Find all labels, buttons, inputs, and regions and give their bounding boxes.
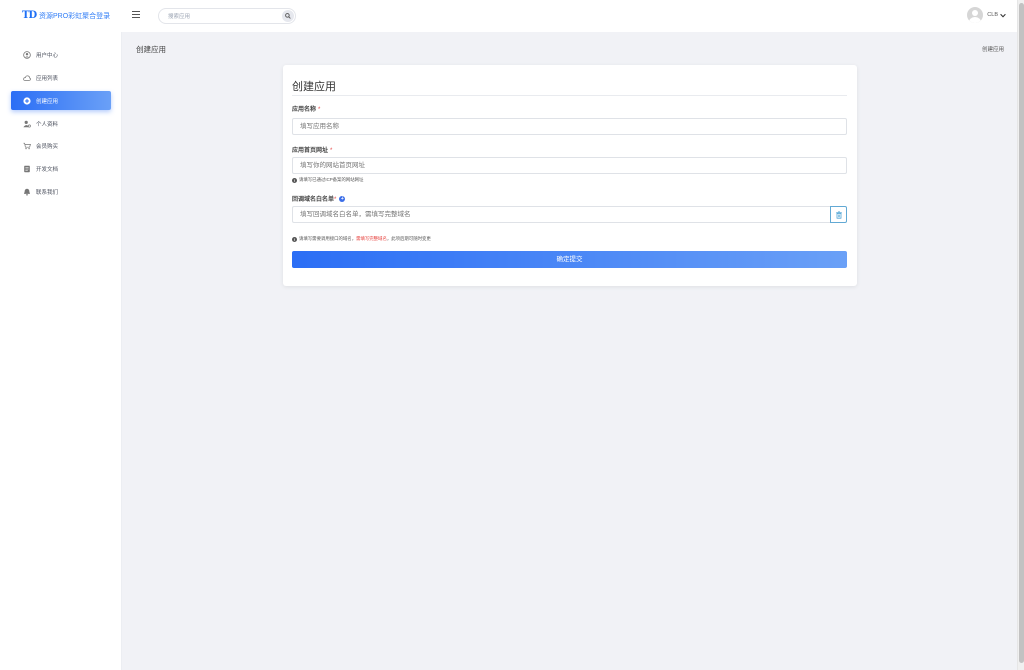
required-mark: * <box>334 197 337 203</box>
homepage-label-text: 应用首页网址 <box>292 148 329 154</box>
cloud-icon <box>23 74 31 81</box>
sidebar-item-label: 联系我们 <box>36 189 59 196</box>
cart-icon <box>23 142 31 149</box>
info-icon: ! <box>292 236 297 242</box>
card-title: 创建应用 <box>292 81 336 93</box>
delete-domain-button[interactable] <box>830 206 847 223</box>
breadcrumb[interactable]: 创建应用 <box>982 45 1004 53</box>
sidebar-item-label: 开发文档 <box>36 166 59 173</box>
callback-help-text-2: ，此项后期可随时变更 <box>386 236 431 241</box>
top-bar: TD 资源PRO彩虹聚合登录 CLB <box>0 0 1017 32</box>
logo[interactable]: TD 资源PRO彩虹聚合登录 <box>22 10 110 22</box>
sidebar-item-create-app[interactable]: 创建应用 <box>11 91 111 110</box>
search-button[interactable] <box>282 10 294 22</box>
sidebar: 用户中心 应用列表 创建应用 个人资料 会员购买 开发文档 联系我们 <box>0 32 122 670</box>
sidebar-item-contact[interactable]: 联系我们 <box>11 182 111 201</box>
document-icon <box>24 165 30 172</box>
callback-help: ! 请填写需要调用接口的域名， 需填写完整域名 ，此项后期可随时变更 <box>292 236 431 242</box>
avatar[interactable] <box>967 7 984 23</box>
plus-circle-icon <box>23 96 31 105</box>
homepage-label: 应用首页网址 * <box>292 145 332 154</box>
homepage-help-text: 请填写已通过ICP备案的网站网址 <box>299 177 364 182</box>
required-mark: * <box>318 107 321 113</box>
sidebar-item-label: 用户中心 <box>36 52 59 59</box>
divider <box>292 95 847 96</box>
sidebar-item-membership[interactable]: 会员购买 <box>11 136 111 155</box>
sidebar-item-profile[interactable]: 个人资料 <box>11 114 111 133</box>
search-input[interactable] <box>168 12 268 21</box>
sidebar-item-label: 会员购买 <box>36 143 59 150</box>
logo-text: 资源PRO彩虹聚合登录 <box>39 13 111 20</box>
search-box <box>158 8 296 24</box>
add-domain-icon[interactable]: + <box>339 196 346 203</box>
callback-help-text: 请填写需要调用接口的域名， <box>299 236 357 241</box>
sidebar-item-app-list[interactable]: 应用列表 <box>11 68 111 87</box>
sidebar-item-label: 创建应用 <box>36 98 59 105</box>
user-name: CLB <box>987 12 998 18</box>
required-mark: * <box>330 148 333 154</box>
sidebar-item-docs[interactable]: 开发文档 <box>11 159 111 178</box>
callback-help-emphasis: 需填写完整域名 <box>356 236 387 241</box>
hamburger-menu-icon[interactable] <box>132 11 140 19</box>
sidebar-item-label: 个人资料 <box>36 121 59 128</box>
bell-icon <box>23 188 31 196</box>
homepage-help: ! 请填写已通过ICP备案的网站网址 <box>292 177 363 183</box>
callback-input[interactable] <box>292 206 830 223</box>
chevron-down-icon <box>1000 13 1006 17</box>
app-name-label-text: 应用名称 <box>292 107 317 113</box>
callback-label-text: 回调域名白名单 <box>292 197 335 203</box>
page-title: 创建应用 <box>136 45 166 54</box>
scrollbar[interactable] <box>1017 0 1024 670</box>
user-gear-icon <box>23 120 31 127</box>
homepage-input[interactable] <box>292 157 847 174</box>
sidebar-item-user-center[interactable]: 用户中心 <box>11 45 111 64</box>
sidebar-item-label: 应用列表 <box>36 75 59 82</box>
info-icon: ! <box>292 177 297 183</box>
search-icon <box>285 13 291 19</box>
submit-button[interactable]: 确定提交 <box>292 251 847 268</box>
user-menu[interactable]: CLB <box>967 7 1006 23</box>
trash-icon <box>836 211 842 219</box>
user-circle-icon <box>23 50 31 59</box>
scrollbar-thumb[interactable] <box>1019 3 1024 663</box>
app-name-label: 应用名称 * <box>292 104 320 113</box>
callback-label: 回调域名白名单* + <box>292 194 346 203</box>
app-name-input[interactable] <box>292 118 847 135</box>
create-app-card: 创建应用 应用名称* 应用首页网址* ! 请填写已通过ICP备案的网站网址 回调… <box>283 65 857 286</box>
logo-mark: TD <box>22 10 37 21</box>
